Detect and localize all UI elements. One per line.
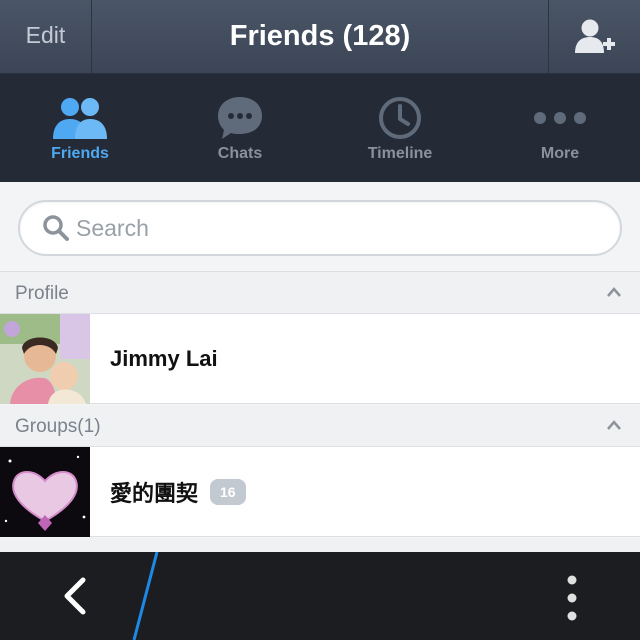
add-friend-button[interactable] bbox=[548, 0, 640, 74]
overflow-menu-icon bbox=[567, 575, 577, 621]
group-name: 愛的團契 bbox=[110, 481, 199, 506]
tab-friends[interactable]: Friends bbox=[0, 74, 160, 182]
tab-chats[interactable]: Chats bbox=[160, 74, 320, 182]
profile-row[interactable]: Jimmy Lai bbox=[0, 314, 640, 404]
section-label: Groups(1) bbox=[15, 416, 101, 437]
tab-label: Chats bbox=[217, 145, 263, 162]
group-name-cell: 愛的團契 16 bbox=[110, 447, 246, 537]
profile-name: Jimmy Lai bbox=[110, 346, 218, 371]
section-label: Profile bbox=[15, 283, 69, 304]
clock-icon bbox=[379, 97, 421, 139]
avatar bbox=[0, 314, 90, 404]
search-icon bbox=[43, 215, 69, 241]
profile-section-header[interactable]: Profile bbox=[0, 272, 640, 314]
add-friend-icon bbox=[574, 19, 615, 53]
tab-timeline[interactable]: Timeline bbox=[320, 74, 480, 182]
tab-label: Friends bbox=[51, 145, 109, 162]
search-area bbox=[0, 182, 640, 272]
tab-bar: Friends Chats Timeline More bbox=[0, 74, 640, 182]
group-row[interactable]: 愛的團契 16 bbox=[0, 447, 640, 537]
more-dots-icon bbox=[534, 112, 586, 124]
group-avatar bbox=[0, 447, 90, 537]
groups-section-header[interactable]: Groups(1) bbox=[0, 405, 640, 447]
bottom-action-bar bbox=[0, 552, 640, 640]
tab-label: Timeline bbox=[367, 145, 433, 162]
search-box[interactable] bbox=[18, 200, 622, 256]
header-bar: Edit Friends (128) bbox=[0, 0, 640, 74]
divider-accent bbox=[132, 552, 159, 640]
page-title: Friends (128) bbox=[229, 19, 411, 52]
edit-button[interactable]: Edit bbox=[0, 0, 92, 74]
search-input[interactable] bbox=[76, 202, 596, 254]
chat-bubble-icon bbox=[218, 97, 262, 139]
chevron-up-icon bbox=[607, 420, 621, 430]
back-chevron-icon bbox=[64, 577, 86, 615]
chevron-up-icon bbox=[607, 287, 621, 297]
member-count-badge: 16 bbox=[210, 479, 246, 505]
friends-icon bbox=[53, 98, 107, 139]
tab-label: More bbox=[540, 145, 580, 162]
tab-more[interactable]: More bbox=[480, 74, 640, 182]
line-friends-screen: Edit Friends (128) Friends Chats Timelin… bbox=[0, 0, 640, 640]
next-section-peek bbox=[0, 538, 640, 552]
overflow-menu-button[interactable] bbox=[544, 570, 600, 626]
